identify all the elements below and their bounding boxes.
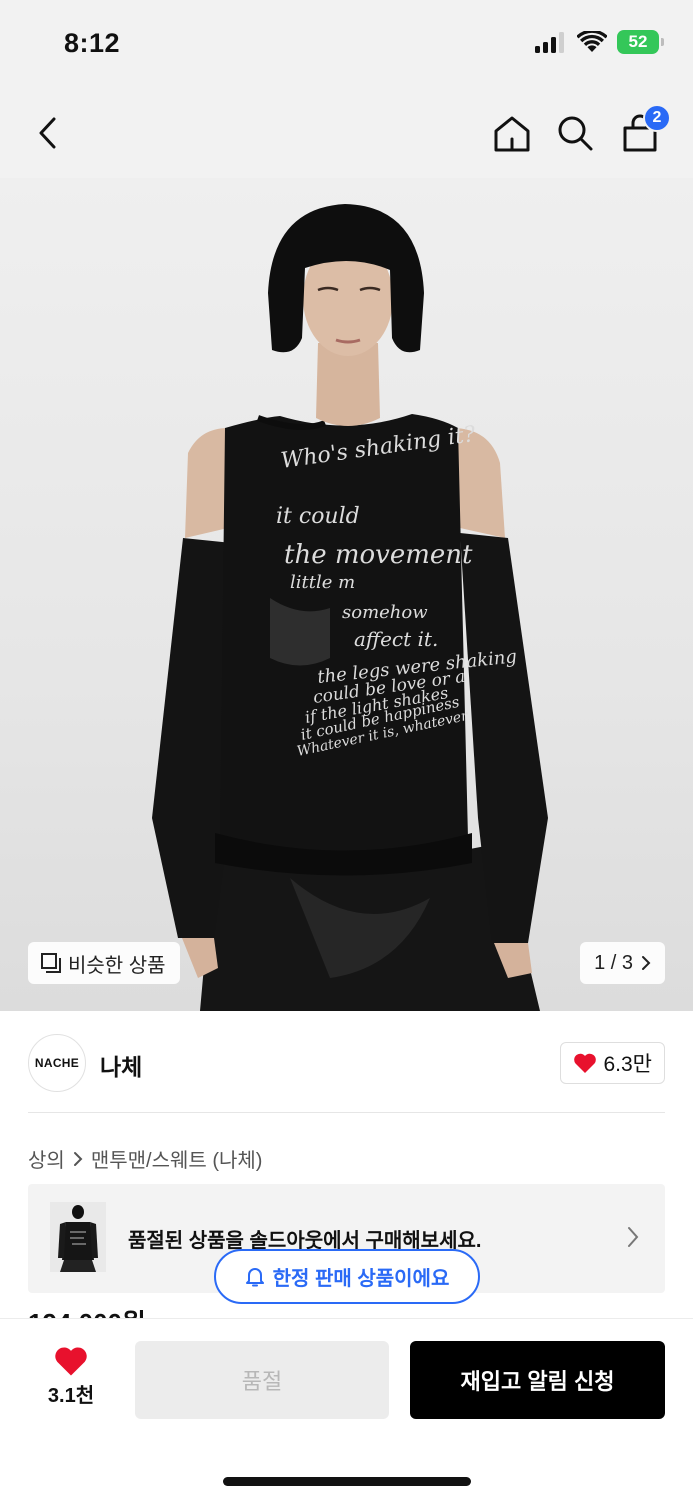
brand-like-button[interactable]: 6.3만 <box>560 1042 665 1084</box>
shirt-print-line: it could <box>276 504 360 529</box>
search-icon <box>558 116 593 151</box>
product-image-carousel[interactable]: Who's shaking it? it could the movement … <box>0 178 693 1011</box>
brand-like-count: 6.3만 <box>603 1053 652 1076</box>
heart-icon <box>55 1347 87 1376</box>
soldout-button: 품절 <box>135 1341 389 1419</box>
shirt-print-line: somehow <box>342 602 428 623</box>
similar-products-button[interactable]: 비슷한 상품 <box>28 942 180 984</box>
bottom-action-bar: 3.1천 품절 재입고 알림 신청 <box>0 1318 693 1500</box>
search-button[interactable] <box>548 106 602 160</box>
status-time: 8:12 <box>64 28 121 58</box>
chevron-left-icon <box>39 117 56 149</box>
status-icons: 52 <box>535 30 664 54</box>
breadcrumb-category[interactable]: 상의 <box>28 1144 65 1173</box>
divider <box>28 1112 665 1113</box>
home-indicator <box>223 1477 471 1486</box>
wishlist-count: 3.1천 <box>47 1385 95 1407</box>
breadcrumb-subcategory[interactable]: 맨투맨/스웨트 (나체) <box>91 1144 263 1173</box>
pager-text: 1 / 3 <box>594 951 633 974</box>
home-icon <box>494 116 530 152</box>
chevron-right-icon <box>73 1151 83 1166</box>
heart-icon <box>574 1053 597 1073</box>
cellular-signal-icon <box>535 32 564 53</box>
shirt-print-line: little m <box>290 572 355 593</box>
home-button[interactable] <box>485 106 539 160</box>
status-bar: 8:12 52 <box>0 0 693 88</box>
limited-sale-label: 한정 판매 상품이에요 <box>272 1268 450 1290</box>
brand-name[interactable]: 나체 <box>100 1048 142 1082</box>
brand-row[interactable]: NACHE 나체 6.3만 <box>28 1034 665 1092</box>
soldout-product-thumbnail <box>50 1202 106 1272</box>
image-pager[interactable]: 1 / 3 <box>580 942 665 984</box>
chevron-right-icon <box>628 1227 639 1247</box>
brand-logo: NACHE <box>28 1034 86 1092</box>
cart-count-badge: 2 <box>643 104 671 132</box>
wifi-icon <box>577 31 607 52</box>
limited-sale-pill[interactable]: 한정 판매 상품이에요 <box>214 1249 480 1304</box>
product-photo: Who's shaking it? it could the movement … <box>152 204 548 1011</box>
breadcrumb: 상의 맨투맨/스웨트 (나체) <box>28 1144 262 1173</box>
shirt-print-line: the movement <box>284 540 473 570</box>
similar-products-label: 비슷한 상품 <box>68 954 166 977</box>
battery-level: 52 <box>628 32 648 51</box>
battery-indicator: 52 <box>617 30 664 54</box>
cart-button[interactable]: 2 <box>613 104 671 160</box>
top-nav-bar: 2 <box>0 88 693 178</box>
copy-stack-icon <box>41 953 61 973</box>
restock-alert-button[interactable]: 재입고 알림 신청 <box>410 1341 665 1419</box>
shirt-print-line: affect it. <box>354 627 438 651</box>
chevron-right-icon <box>642 956 651 970</box>
wishlist-button[interactable]: 3.1천 <box>40 1345 102 1408</box>
bell-icon <box>245 1267 264 1286</box>
back-button[interactable] <box>22 106 76 160</box>
